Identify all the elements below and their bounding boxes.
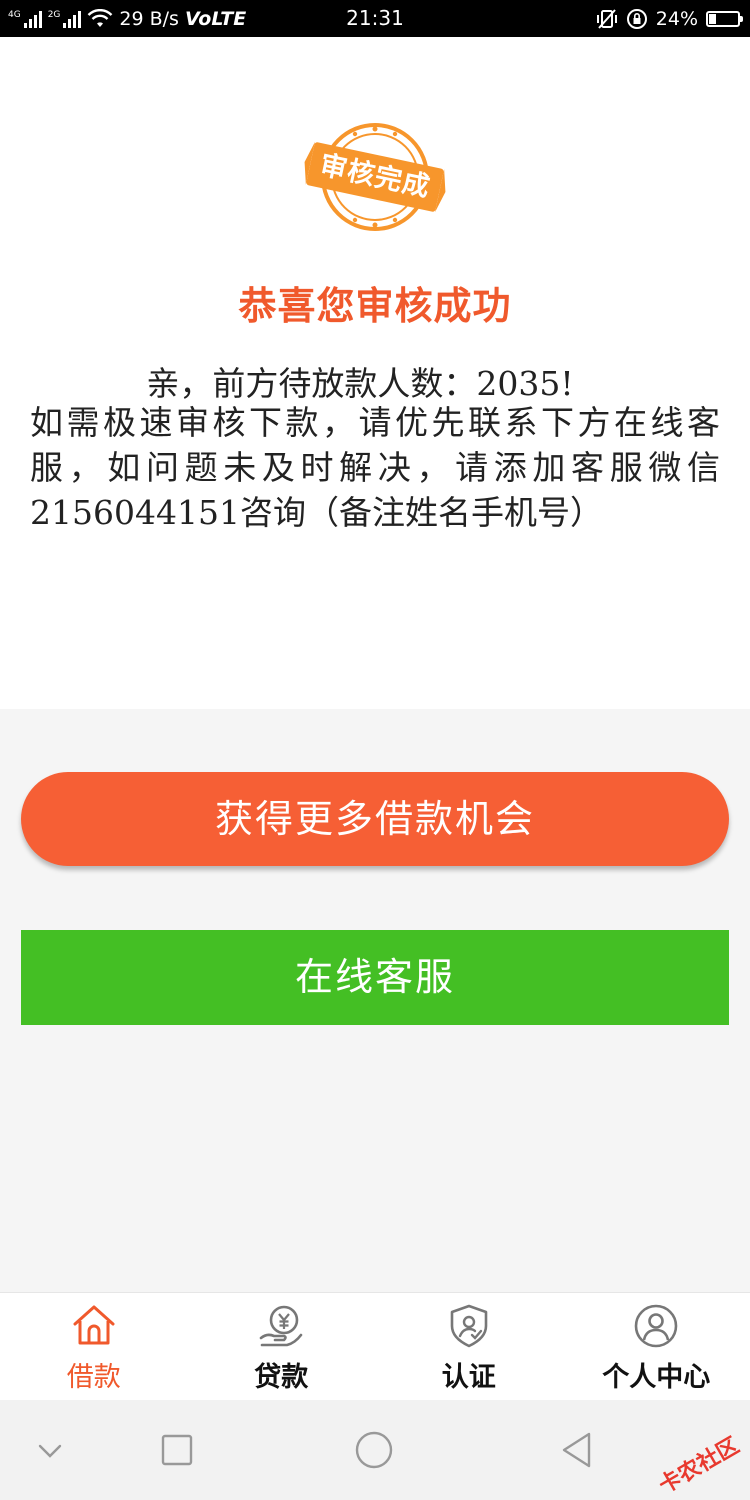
- tab-loan[interactable]: 贷款: [188, 1293, 376, 1400]
- more-loans-button[interactable]: 获得更多借款机会: [21, 772, 729, 866]
- yuan-hand-icon: [259, 1305, 303, 1347]
- signal-icon-2: 2G: [48, 10, 82, 28]
- tab-label: 认证: [441, 1362, 496, 1393]
- bottom-tab-bar: 借款 贷款 认证 个人中心: [0, 1292, 750, 1400]
- tab-verify[interactable]: 认证: [375, 1293, 563, 1400]
- result-panel: 审核完成 恭喜您审核成功 亲，前方待放款人数：2035! 如需极速审核下款，请优…: [0, 37, 750, 709]
- vibrate-icon: [596, 8, 617, 29]
- system-nav-bar: 卡农社区: [0, 1400, 750, 1500]
- tab-label: 借款: [66, 1362, 121, 1393]
- network-type-2: 2G: [47, 9, 61, 20]
- status-left: 4G 2G 29 B/s VoLTE: [8, 0, 246, 37]
- recent-apps-icon[interactable]: [157, 1430, 197, 1470]
- battery-icon: [706, 10, 743, 27]
- review-complete-stamp: 审核完成: [303, 117, 447, 237]
- back-icon[interactable]: [556, 1430, 596, 1470]
- wifi-icon: [88, 8, 113, 27]
- signal-icon: 4G: [8, 10, 42, 28]
- home-button-icon[interactable]: [354, 1430, 394, 1470]
- network-type-1: 4G: [8, 9, 21, 20]
- rotation-lock-icon: [626, 8, 647, 29]
- shield-user-icon: [450, 1304, 488, 1348]
- network-speed: 29 B/s: [119, 7, 179, 30]
- user-circle-icon: [634, 1304, 678, 1348]
- battery-percent: 24%: [655, 7, 698, 30]
- watermark: 卡农社区: [654, 1433, 744, 1499]
- tab-profile[interactable]: 个人中心: [563, 1293, 750, 1400]
- tab-borrow[interactable]: 借款: [0, 1293, 188, 1400]
- status-bar: 4G 2G 29 B/s VoLTE 21:31 24%: [0, 0, 750, 37]
- instruction-message: 如需极速审核下款，请优先联系下方在线客服，如问题未及时解决，请添加客服微信215…: [30, 403, 720, 532]
- chevron-down-icon[interactable]: [30, 1430, 70, 1470]
- status-right: 24%: [596, 0, 743, 37]
- volte-indicator: VoLTE: [184, 7, 247, 30]
- queue-count-text: 亲，前方待放款人数：2035!: [146, 364, 574, 403]
- online-service-button[interactable]: 在线客服: [21, 930, 729, 1025]
- tab-label: 个人中心: [602, 1362, 711, 1393]
- home-icon: [73, 1305, 115, 1345]
- success-title: 恭喜您审核成功: [238, 283, 512, 328]
- tab-label: 贷款: [254, 1362, 309, 1393]
